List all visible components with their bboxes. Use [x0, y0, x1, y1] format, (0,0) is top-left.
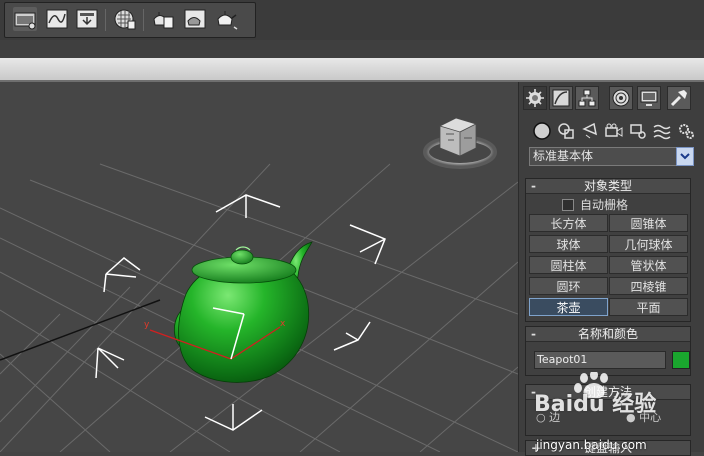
axis-y-label: y — [144, 320, 150, 330]
perspective-viewport[interactable]: x y — [0, 82, 518, 452]
plane-button[interactable]: 平面 — [609, 298, 688, 316]
create-tab-icon[interactable] — [523, 86, 547, 110]
object-type-rollout: - 对象类型 自动栅格 长方体 圆锥体 球体 几何球体 圆柱体 管状体 圆环 四… — [525, 178, 691, 322]
rendered-frame-window-icon[interactable] — [183, 7, 207, 31]
edge-radio-label: 边 — [549, 411, 561, 424]
collapse-icon[interactable]: - — [531, 179, 536, 193]
creation-method-header[interactable]: - 创建方法 — [526, 385, 690, 400]
expand-icon[interactable]: + — [531, 441, 541, 455]
creation-method-rollout: - 创建方法 ○ 边 ● 中心 — [525, 384, 691, 436]
name-color-header[interactable]: - 名称和颜色 — [526, 327, 690, 342]
teapot-button[interactable]: 茶壶 — [529, 298, 608, 316]
box-button[interactable]: 长方体 — [529, 214, 608, 232]
chevron-down-icon[interactable] — [676, 147, 694, 166]
edge-radio[interactable]: ○ 边 — [536, 409, 560, 425]
viewport-scene: x y — [0, 117, 518, 452]
center-radio-label: 中心 — [639, 411, 662, 424]
object-type-title: 对象类型 — [583, 179, 632, 193]
render-setup-icon[interactable] — [151, 7, 175, 31]
pyramid-button[interactable]: 四棱锥 — [609, 277, 688, 295]
viewcube[interactable] — [423, 117, 497, 169]
dropdown-value: 标准基本体 — [533, 149, 594, 163]
primitive-category-dropdown[interactable]: 标准基本体 — [529, 147, 694, 166]
cameras-icon[interactable] — [603, 120, 625, 142]
curve-editor-icon[interactable] — [45, 7, 69, 31]
autogrid-label: 自动栅格 — [580, 198, 629, 212]
shapes-icon[interactable] — [555, 120, 577, 142]
space-warps-icon[interactable] — [651, 120, 673, 142]
display-tab-icon[interactable] — [637, 86, 661, 110]
command-panel: 标准基本体 - 对象类型 自动栅格 长方体 圆锥体 球体 几何球体 圆柱体 管状… — [518, 82, 704, 456]
render-production-icon[interactable] — [215, 7, 239, 31]
helpers-icon[interactable] — [627, 120, 649, 142]
systems-icon[interactable] — [675, 120, 697, 142]
collapse-icon[interactable]: - — [531, 327, 536, 341]
cylinder-button[interactable]: 圆柱体 — [529, 256, 608, 274]
main-toolbar — [0, 0, 704, 41]
lights-icon[interactable] — [579, 120, 601, 142]
layer-manager-icon[interactable] — [13, 7, 37, 31]
keyboard-entry-header[interactable]: + 键盘输入 — [526, 441, 690, 455]
geosphere-button[interactable]: 几何球体 — [609, 235, 688, 253]
collapse-icon[interactable]: - — [531, 385, 536, 399]
schematic-view-icon[interactable] — [75, 7, 99, 31]
cone-button[interactable]: 圆锥体 — [609, 214, 688, 232]
axis-x-label: x — [280, 319, 286, 329]
hierarchy-tab-icon[interactable] — [575, 86, 599, 110]
tube-button[interactable]: 管状体 — [609, 256, 688, 274]
menu-strip — [0, 40, 704, 59]
ribbon-bar — [0, 58, 704, 82]
center-radio[interactable]: ● 中心 — [626, 409, 661, 425]
name-color-rollout: - 名称和颜色 Teapot01 — [525, 326, 691, 376]
toolbar-separator — [143, 9, 144, 31]
modify-tab-icon[interactable] — [549, 86, 573, 110]
utilities-tab-icon[interactable] — [667, 86, 691, 110]
object-color-swatch[interactable] — [672, 351, 690, 369]
creation-method-title: 创建方法 — [583, 385, 632, 399]
torus-button[interactable]: 圆环 — [529, 277, 608, 295]
sphere-button[interactable]: 球体 — [529, 235, 608, 253]
keyboard-entry-rollout: + 键盘输入 — [525, 440, 691, 456]
object-name-field[interactable]: Teapot01 — [534, 351, 666, 369]
world-axis-line — [0, 299, 161, 361]
rendering-toolbar-group — [4, 2, 256, 38]
object-type-header[interactable]: - 对象类型 — [526, 179, 690, 194]
motion-tab-icon[interactable] — [609, 86, 633, 110]
geometry-icon[interactable] — [531, 120, 553, 142]
keyboard-entry-title: 键盘输入 — [583, 441, 632, 455]
teapot-object[interactable] — [174, 241, 313, 383]
name-color-title: 名称和颜色 — [577, 327, 638, 341]
toolbar-separator — [105, 9, 106, 31]
autogrid-checkbox[interactable] — [562, 199, 574, 211]
material-editor-icon[interactable] — [113, 7, 137, 31]
